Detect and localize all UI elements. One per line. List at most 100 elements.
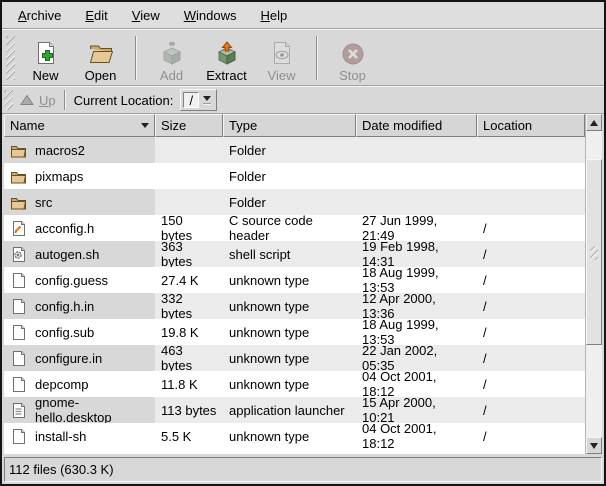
extract-button[interactable]: Extract [199,33,254,83]
file-list-header: Name Size Type Date modified Location [4,114,585,137]
status-bar: 112 files (630.3 K) [4,457,602,482]
column-header-size[interactable]: Size [155,114,223,137]
file-icon [10,324,27,341]
file-icon [10,194,27,211]
combo-dropdown-icon[interactable] [199,92,214,108]
file-row[interactable]: configure.in 463 bytes unknown type 22 J… [4,345,585,371]
menu-windows[interactable]: Windows [172,4,249,27]
extract-button-label: Extract [206,68,246,83]
add-package-icon [159,41,185,67]
file-icon [10,428,27,445]
file-date: 18 Aug 1999, 13:53 [356,319,477,345]
menu-archive[interactable]: Archive [6,4,73,27]
file-date: 04 Oct 2001, 18:12 [356,371,477,397]
column-header-date-modified[interactable]: Date modified [356,114,477,137]
file-row[interactable]: gnome-hello.desktop 113 bytes applicatio… [4,397,585,423]
location-bar-separator [64,90,66,110]
current-location-label: Current Location: [74,93,174,108]
scrollbar-thumb[interactable] [586,159,602,345]
file-date [356,163,477,189]
stop-icon [340,41,366,67]
file-location: / [477,345,585,371]
column-header-type[interactable]: Type [223,114,356,137]
file-size: 5.5 K [155,423,223,449]
location-combobox[interactable]: / [180,89,217,111]
file-name: acconfig.h [35,221,94,236]
toolbar-separator [316,36,318,80]
menu-edit[interactable]: Edit [73,4,119,27]
location-bar-grip[interactable] [4,90,13,110]
file-type: Folder [223,137,356,163]
up-button: Up [16,91,64,110]
column-header-name[interactable]: Name [4,114,155,137]
file-location: / [477,241,585,267]
file-type: C source code header [223,215,356,241]
file-date: 15 Apr 2000, 10:21 [356,397,477,423]
file-row[interactable]: acconfig.h 150 bytes C source code heade… [4,215,585,241]
file-size: 463 bytes [155,345,223,371]
up-arrow-icon [20,94,34,106]
file-location: / [477,215,585,241]
file-location [477,189,585,215]
file-location: / [477,371,585,397]
file-size [155,189,223,215]
file-name: config.sub [35,325,94,340]
file-location: / [477,423,585,449]
view-button-label: View [268,68,296,83]
file-date [356,189,477,215]
file-type: unknown type [223,267,356,293]
file-name: autogen.sh [35,247,99,262]
file-size [155,163,223,189]
file-date [356,137,477,163]
column-header-location[interactable]: Location [477,114,585,137]
file-list-body: macros2 Folder pixmaps Folder src Folder… [4,137,585,454]
file-icon [10,246,27,263]
file-row[interactable]: install-sh 5.5 K unknown type 04 Oct 200… [4,423,585,449]
file-name: install-sh [35,429,86,444]
location-value: / [183,92,199,108]
file-name: pixmaps [35,169,83,184]
file-date: 12 Apr 2000, 13:36 [356,293,477,319]
file-type: application launcher [223,397,356,423]
stop-button: Stop [325,33,380,83]
file-row[interactable]: depcomp 11.8 K unknown type 04 Oct 2001,… [4,371,585,397]
scroll-down-button[interactable] [586,437,602,454]
scrollbar-thumb-grip [590,246,598,260]
view-file-icon [269,41,295,67]
file-name: config.h.in [35,299,94,314]
view-button: View [254,33,309,83]
file-row[interactable]: macros2 Folder [4,137,585,163]
file-row[interactable]: config.guess 27.4 K unknown type 18 Aug … [4,267,585,293]
file-type: unknown type [223,371,356,397]
file-row[interactable]: pixmaps Folder [4,163,585,189]
file-name: depcomp [35,377,88,392]
file-type: Folder [223,189,356,215]
file-row[interactable]: src Folder [4,189,585,215]
open-button-label: Open [85,68,117,83]
file-row[interactable]: config.h.in 332 bytes unknown type 12 Ap… [4,293,585,319]
file-size: 113 bytes [155,397,223,423]
file-location: / [477,267,585,293]
scroll-up-button[interactable] [586,114,602,131]
file-row[interactable]: config.sub 19.8 K unknown type 18 Aug 19… [4,319,585,345]
open-button[interactable]: Open [73,33,128,83]
toolbar-grip[interactable] [6,36,15,80]
stop-button-label: Stop [339,68,366,83]
menu-view[interactable]: View [120,4,172,27]
file-icon [10,376,27,393]
file-icon [10,168,27,185]
toolbar-separator [135,36,137,80]
file-icon [10,220,27,237]
status-text: 112 files (630.3 K) [9,462,114,477]
vertical-scrollbar[interactable] [585,114,602,454]
file-location: / [477,397,585,423]
menubar: Archive Edit View Windows Help [2,2,604,29]
file-size: 150 bytes [155,215,223,241]
file-type: unknown type [223,293,356,319]
open-folder-icon [88,41,114,67]
new-button[interactable]: New [18,33,73,83]
scrollbar-track[interactable] [586,131,602,437]
menu-help[interactable]: Help [248,4,299,27]
file-row[interactable]: autogen.sh 363 bytes shell script 19 Feb… [4,241,585,267]
file-size [155,137,223,163]
